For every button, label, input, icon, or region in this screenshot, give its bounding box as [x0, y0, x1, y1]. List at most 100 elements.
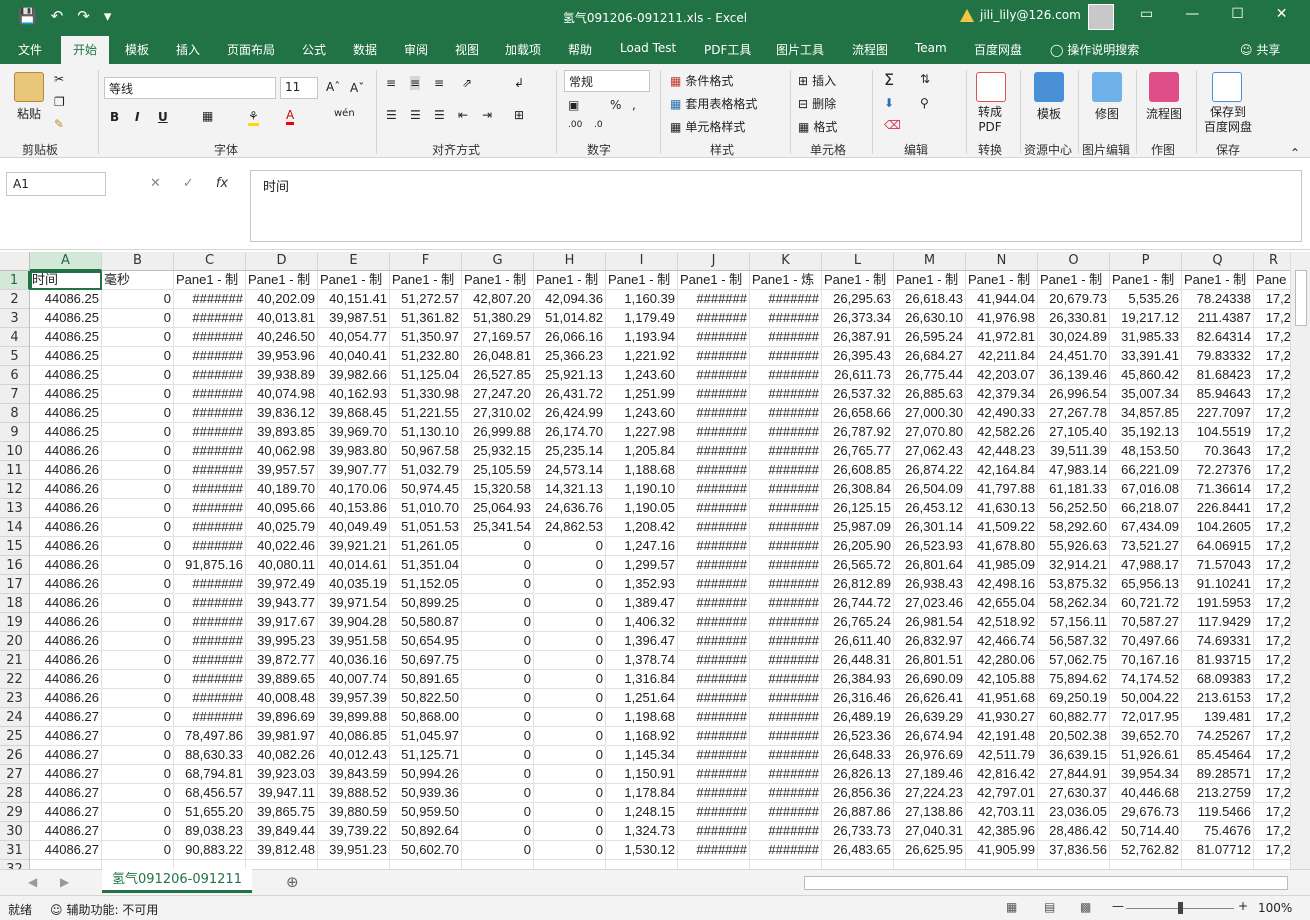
table-cell[interactable]: 33,391.41: [1110, 347, 1182, 366]
table-cell[interactable]: 40,170.06: [318, 480, 390, 499]
table-cell[interactable]: #######: [678, 366, 750, 385]
table-cell[interactable]: 44086.25: [30, 404, 102, 423]
table-cell[interactable]: 50,004.22: [1110, 689, 1182, 708]
table-cell[interactable]: 26,690.09: [894, 670, 966, 689]
table-cell[interactable]: 41,951.68: [966, 689, 1038, 708]
column-header[interactable]: Q: [1182, 252, 1254, 271]
scroll-thumb[interactable]: [1295, 270, 1307, 326]
table-cell[interactable]: #######: [174, 670, 246, 689]
row-header[interactable]: 7: [0, 385, 30, 404]
table-cell[interactable]: 0: [534, 803, 606, 822]
table-cell[interactable]: 0: [102, 727, 174, 746]
column-header[interactable]: N: [966, 252, 1038, 271]
table-cell[interactable]: 41,930.27: [966, 708, 1038, 727]
table-cell[interactable]: 40,013.81: [246, 309, 318, 328]
table-cell[interactable]: 39,969.70: [318, 423, 390, 442]
table-cell[interactable]: 17,2: [1254, 461, 1290, 480]
table-cell[interactable]: 78.24338: [1182, 290, 1254, 309]
number-format-select[interactable]: 常规: [564, 70, 650, 92]
table-cell[interactable]: 39,880.59: [318, 803, 390, 822]
table-cell[interactable]: 40,008.48: [246, 689, 318, 708]
table-cell[interactable]: 44086.27: [30, 727, 102, 746]
paste-button[interactable]: 粘贴: [14, 72, 44, 122]
next-sheet-icon[interactable]: ▶: [60, 875, 69, 889]
table-cell[interactable]: 51,125.71: [390, 746, 462, 765]
table-cell[interactable]: #######: [678, 803, 750, 822]
table-cell[interactable]: #######: [750, 708, 822, 727]
decrease-indent-icon[interactable]: ⇤: [458, 108, 468, 122]
row-header[interactable]: 20: [0, 632, 30, 651]
table-cell[interactable]: 1,406.32: [606, 613, 678, 632]
table-cell[interactable]: 26,174.70: [534, 423, 606, 442]
table-cell[interactable]: 50,899.25: [390, 594, 462, 613]
table-cell[interactable]: 39,938.89: [246, 366, 318, 385]
table-cell[interactable]: 41,985.09: [966, 556, 1038, 575]
table-cell[interactable]: #######: [750, 822, 822, 841]
table-cell[interactable]: #######: [174, 651, 246, 670]
table-cell[interactable]: 39,957.57: [246, 461, 318, 480]
table-cell[interactable]: #######: [174, 328, 246, 347]
table-cell[interactable]: 226.8441: [1182, 499, 1254, 518]
table-cell[interactable]: 39,888.52: [318, 784, 390, 803]
table-cell[interactable]: #######: [750, 442, 822, 461]
table-cell[interactable]: 89,038.23: [174, 822, 246, 841]
table-cell[interactable]: 20,502.38: [1038, 727, 1110, 746]
table-cell[interactable]: 41,944.04: [966, 290, 1038, 309]
table-cell[interactable]: 26,765.24: [822, 613, 894, 632]
table-cell[interactable]: 26,801.64: [894, 556, 966, 575]
table-cell[interactable]: 42,105.88: [966, 670, 1038, 689]
table-cell[interactable]: 26,489.19: [822, 708, 894, 727]
table-cell[interactable]: 26,856.36: [822, 784, 894, 803]
table-cell[interactable]: 26,999.88: [462, 423, 534, 442]
table-cell[interactable]: 1,299.57: [606, 556, 678, 575]
table-cell[interactable]: 37,836.56: [1038, 841, 1110, 860]
table-cell[interactable]: 44086.25: [30, 385, 102, 404]
table-cell[interactable]: 0: [534, 556, 606, 575]
table-cell[interactable]: 0: [102, 632, 174, 651]
table-cell[interactable]: 31,985.33: [1110, 328, 1182, 347]
table-cell[interactable]: 27,040.31: [894, 822, 966, 841]
table-cell[interactable]: #######: [750, 347, 822, 366]
table-cell[interactable]: 39,923.03: [246, 765, 318, 784]
table-cell[interactable]: 17,2: [1254, 613, 1290, 632]
row-header[interactable]: 4: [0, 328, 30, 347]
table-cell[interactable]: 68.09383: [1182, 670, 1254, 689]
table-cell[interactable]: 44086.26: [30, 632, 102, 651]
table-cell[interactable]: #######: [174, 423, 246, 442]
table-cell[interactable]: 50,892.64: [390, 822, 462, 841]
find-select-icon[interactable]: ⚲: [920, 96, 929, 110]
tab-review[interactable]: 审阅: [404, 41, 428, 58]
header-cell[interactable]: Pane1 - 制: [966, 271, 1038, 290]
table-cell[interactable]: 26,537.32: [822, 385, 894, 404]
row-header[interactable]: 21: [0, 651, 30, 670]
table-cell[interactable]: 44086.25: [30, 328, 102, 347]
table-cell[interactable]: 17,2: [1254, 670, 1290, 689]
table-cell[interactable]: 17,2: [1254, 404, 1290, 423]
table-cell[interactable]: 67,016.08: [1110, 480, 1182, 499]
cut-icon[interactable]: ✂: [54, 72, 64, 86]
table-cell[interactable]: 26,066.16: [534, 328, 606, 347]
table-cell[interactable]: #######: [174, 461, 246, 480]
column-header[interactable]: J: [678, 252, 750, 271]
column-header[interactable]: A: [30, 252, 102, 271]
table-cell[interactable]: #######: [750, 404, 822, 423]
table-cell[interactable]: 65,956.13: [1110, 575, 1182, 594]
table-cell[interactable]: [1254, 860, 1290, 869]
table-cell[interactable]: 24,862.53: [534, 518, 606, 537]
table-cell[interactable]: 39,943.77: [246, 594, 318, 613]
table-cell[interactable]: 1,208.42: [606, 518, 678, 537]
table-cell[interactable]: [894, 860, 966, 869]
table-cell[interactable]: 72.27376: [1182, 461, 1254, 480]
tab-file[interactable]: 文件: [18, 41, 42, 58]
table-cell[interactable]: 17,2: [1254, 765, 1290, 784]
table-cell[interactable]: 41,976.98: [966, 309, 1038, 328]
table-cell[interactable]: 90,883.22: [174, 841, 246, 860]
table-cell[interactable]: 26,384.93: [822, 670, 894, 689]
table-cell[interactable]: 24,573.14: [534, 461, 606, 480]
table-cell[interactable]: 0: [462, 841, 534, 860]
table-cell[interactable]: #######: [174, 537, 246, 556]
table-cell[interactable]: 39,954.34: [1110, 765, 1182, 784]
table-cell[interactable]: #######: [678, 651, 750, 670]
table-cell[interactable]: #######: [678, 518, 750, 537]
table-cell[interactable]: 57,062.75: [1038, 651, 1110, 670]
